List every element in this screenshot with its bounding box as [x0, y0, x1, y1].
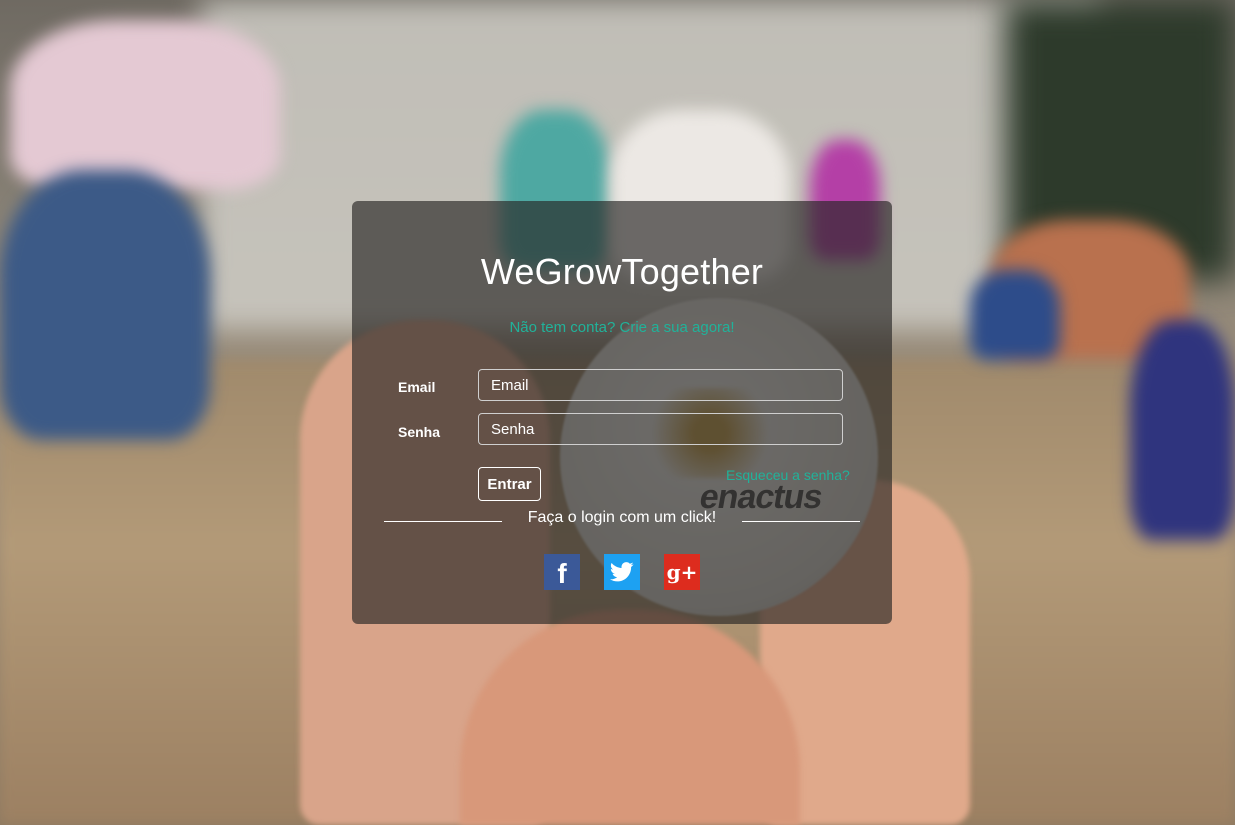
email-input[interactable]: [478, 369, 843, 401]
app-title: WeGrowTogether: [480, 251, 764, 292]
twitter-login-button[interactable]: [604, 554, 640, 590]
password-input[interactable]: [478, 413, 843, 445]
forgot-password-link[interactable]: Esqueceu a senha?: [726, 467, 850, 483]
social-login-caption: Faça o login com um click!: [527, 509, 717, 526]
facebook-icon: f: [557, 558, 567, 589]
background-person: [970, 270, 1060, 360]
signup-link[interactable]: Não tem conta? Crie a sua agora!: [352, 319, 892, 336]
login-button[interactable]: Entrar: [478, 467, 541, 501]
google-plus-login-button[interactable]: g+: [664, 554, 700, 590]
twitter-icon: [610, 562, 634, 582]
email-label: Email: [398, 379, 436, 395]
background-person: [0, 170, 210, 440]
facebook-login-button[interactable]: f: [544, 554, 580, 590]
password-label: Senha: [398, 424, 441, 440]
background-person: [1130, 320, 1235, 540]
background-person: [10, 20, 280, 190]
divider-line: [742, 521, 860, 522]
google-plus-icon: g+: [666, 560, 698, 584]
login-card: WeGrowTogether Não tem conta? Crie a sua…: [352, 201, 892, 624]
